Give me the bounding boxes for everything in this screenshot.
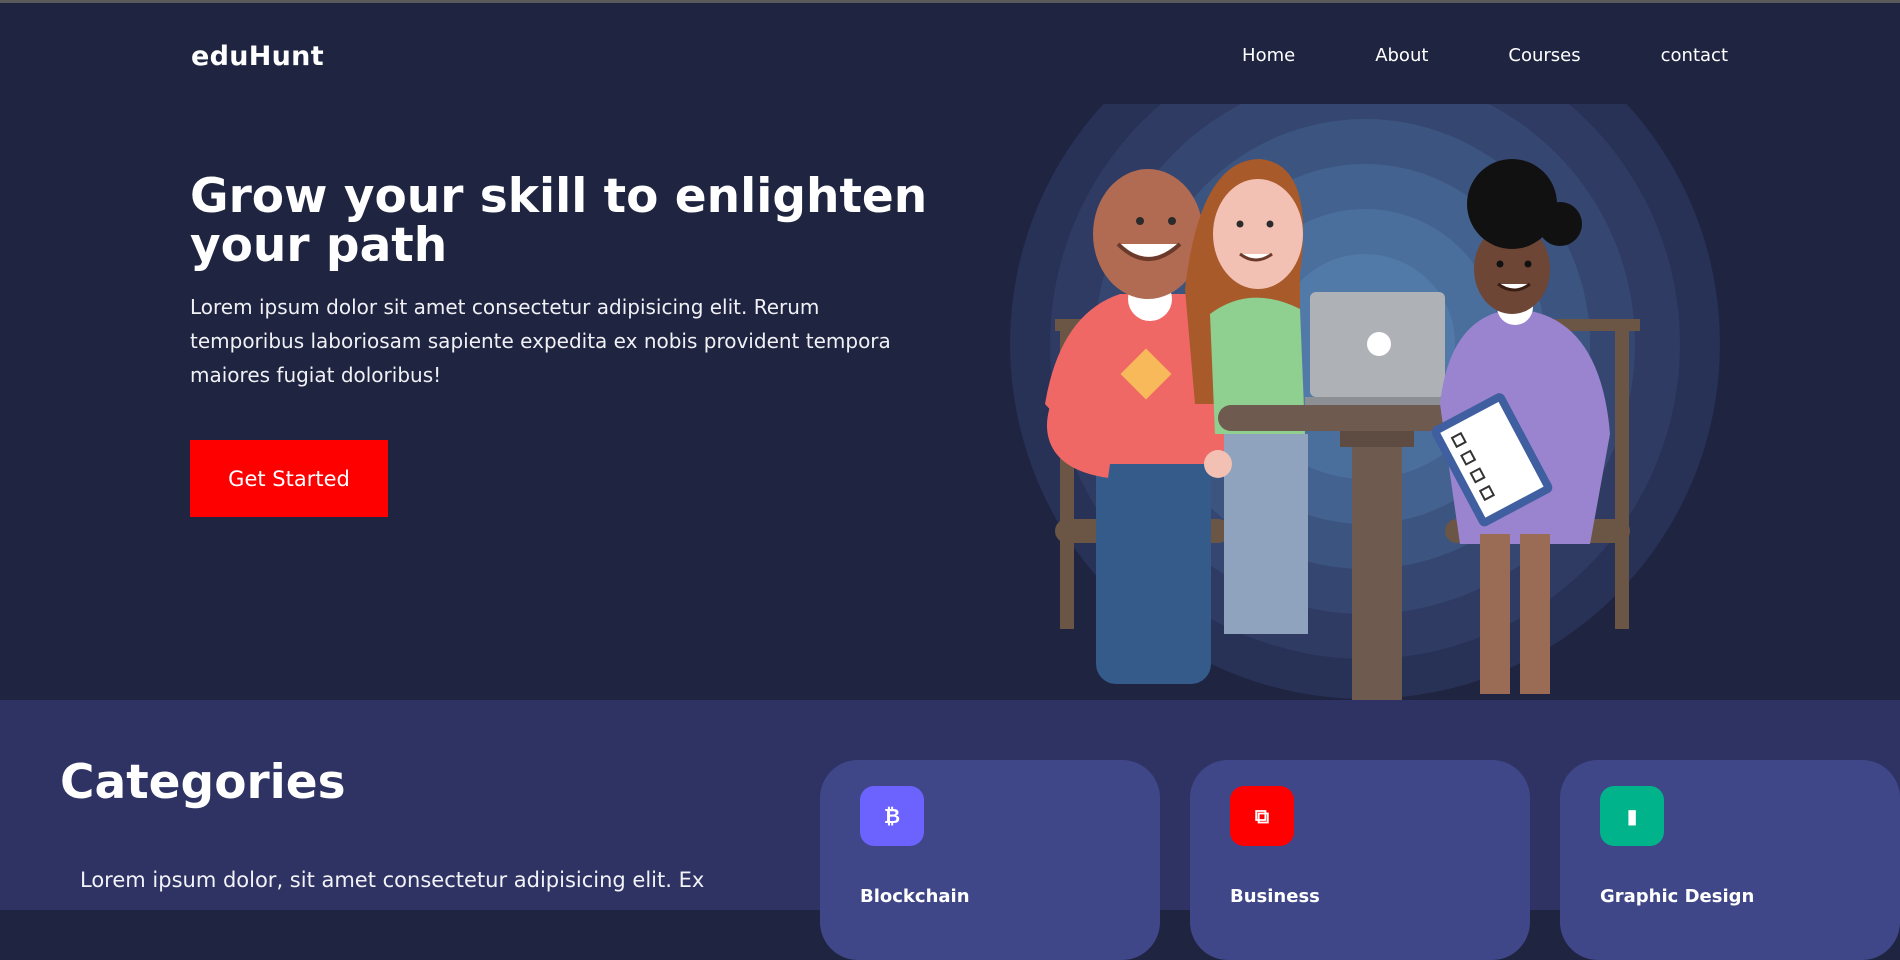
hero-description: Lorem ipsum dolor sit amet consectetur a… [190,295,891,387]
categories-title: Categories [60,755,346,810]
bitcoin-icon: ₿ [860,786,924,846]
category-card-title: Graphic Design [1600,886,1755,907]
puzzle-icon: ⧉ [1230,786,1294,846]
get-started-button[interactable]: Get Started [190,440,388,517]
categories-section: Categories Lorem ipsum dolor, sit amet c… [0,700,1900,960]
nav-contact-link[interactable]: contact [1661,45,1728,66]
hero-illustration [1010,104,1720,701]
main-nav: Home About Courses contact [1162,45,1728,66]
site-header: eduHunt Home About Courses contact [0,3,1900,103]
category-card-graphic-design[interactable]: ▮ Graphic Design [1560,760,1900,960]
category-card-title: Business [1230,886,1320,907]
brand-logo[interactable]: eduHunt [191,41,324,72]
category-card-blockchain[interactable]: ₿ Blockchain [820,760,1160,960]
nav-home-link[interactable]: Home [1242,45,1295,66]
categories-description: Lorem ipsum dolor, sit amet consectetur … [80,868,705,892]
bar-chart-icon: ▮ [1600,786,1664,846]
nav-courses-link[interactable]: Courses [1508,45,1580,66]
hero-title: Grow your skill to enlighten your path [190,169,928,273]
nav-about-link[interactable]: About [1375,45,1428,66]
category-card-title: Blockchain [860,886,970,907]
category-card-business[interactable]: ⧉ Business [1190,760,1530,960]
